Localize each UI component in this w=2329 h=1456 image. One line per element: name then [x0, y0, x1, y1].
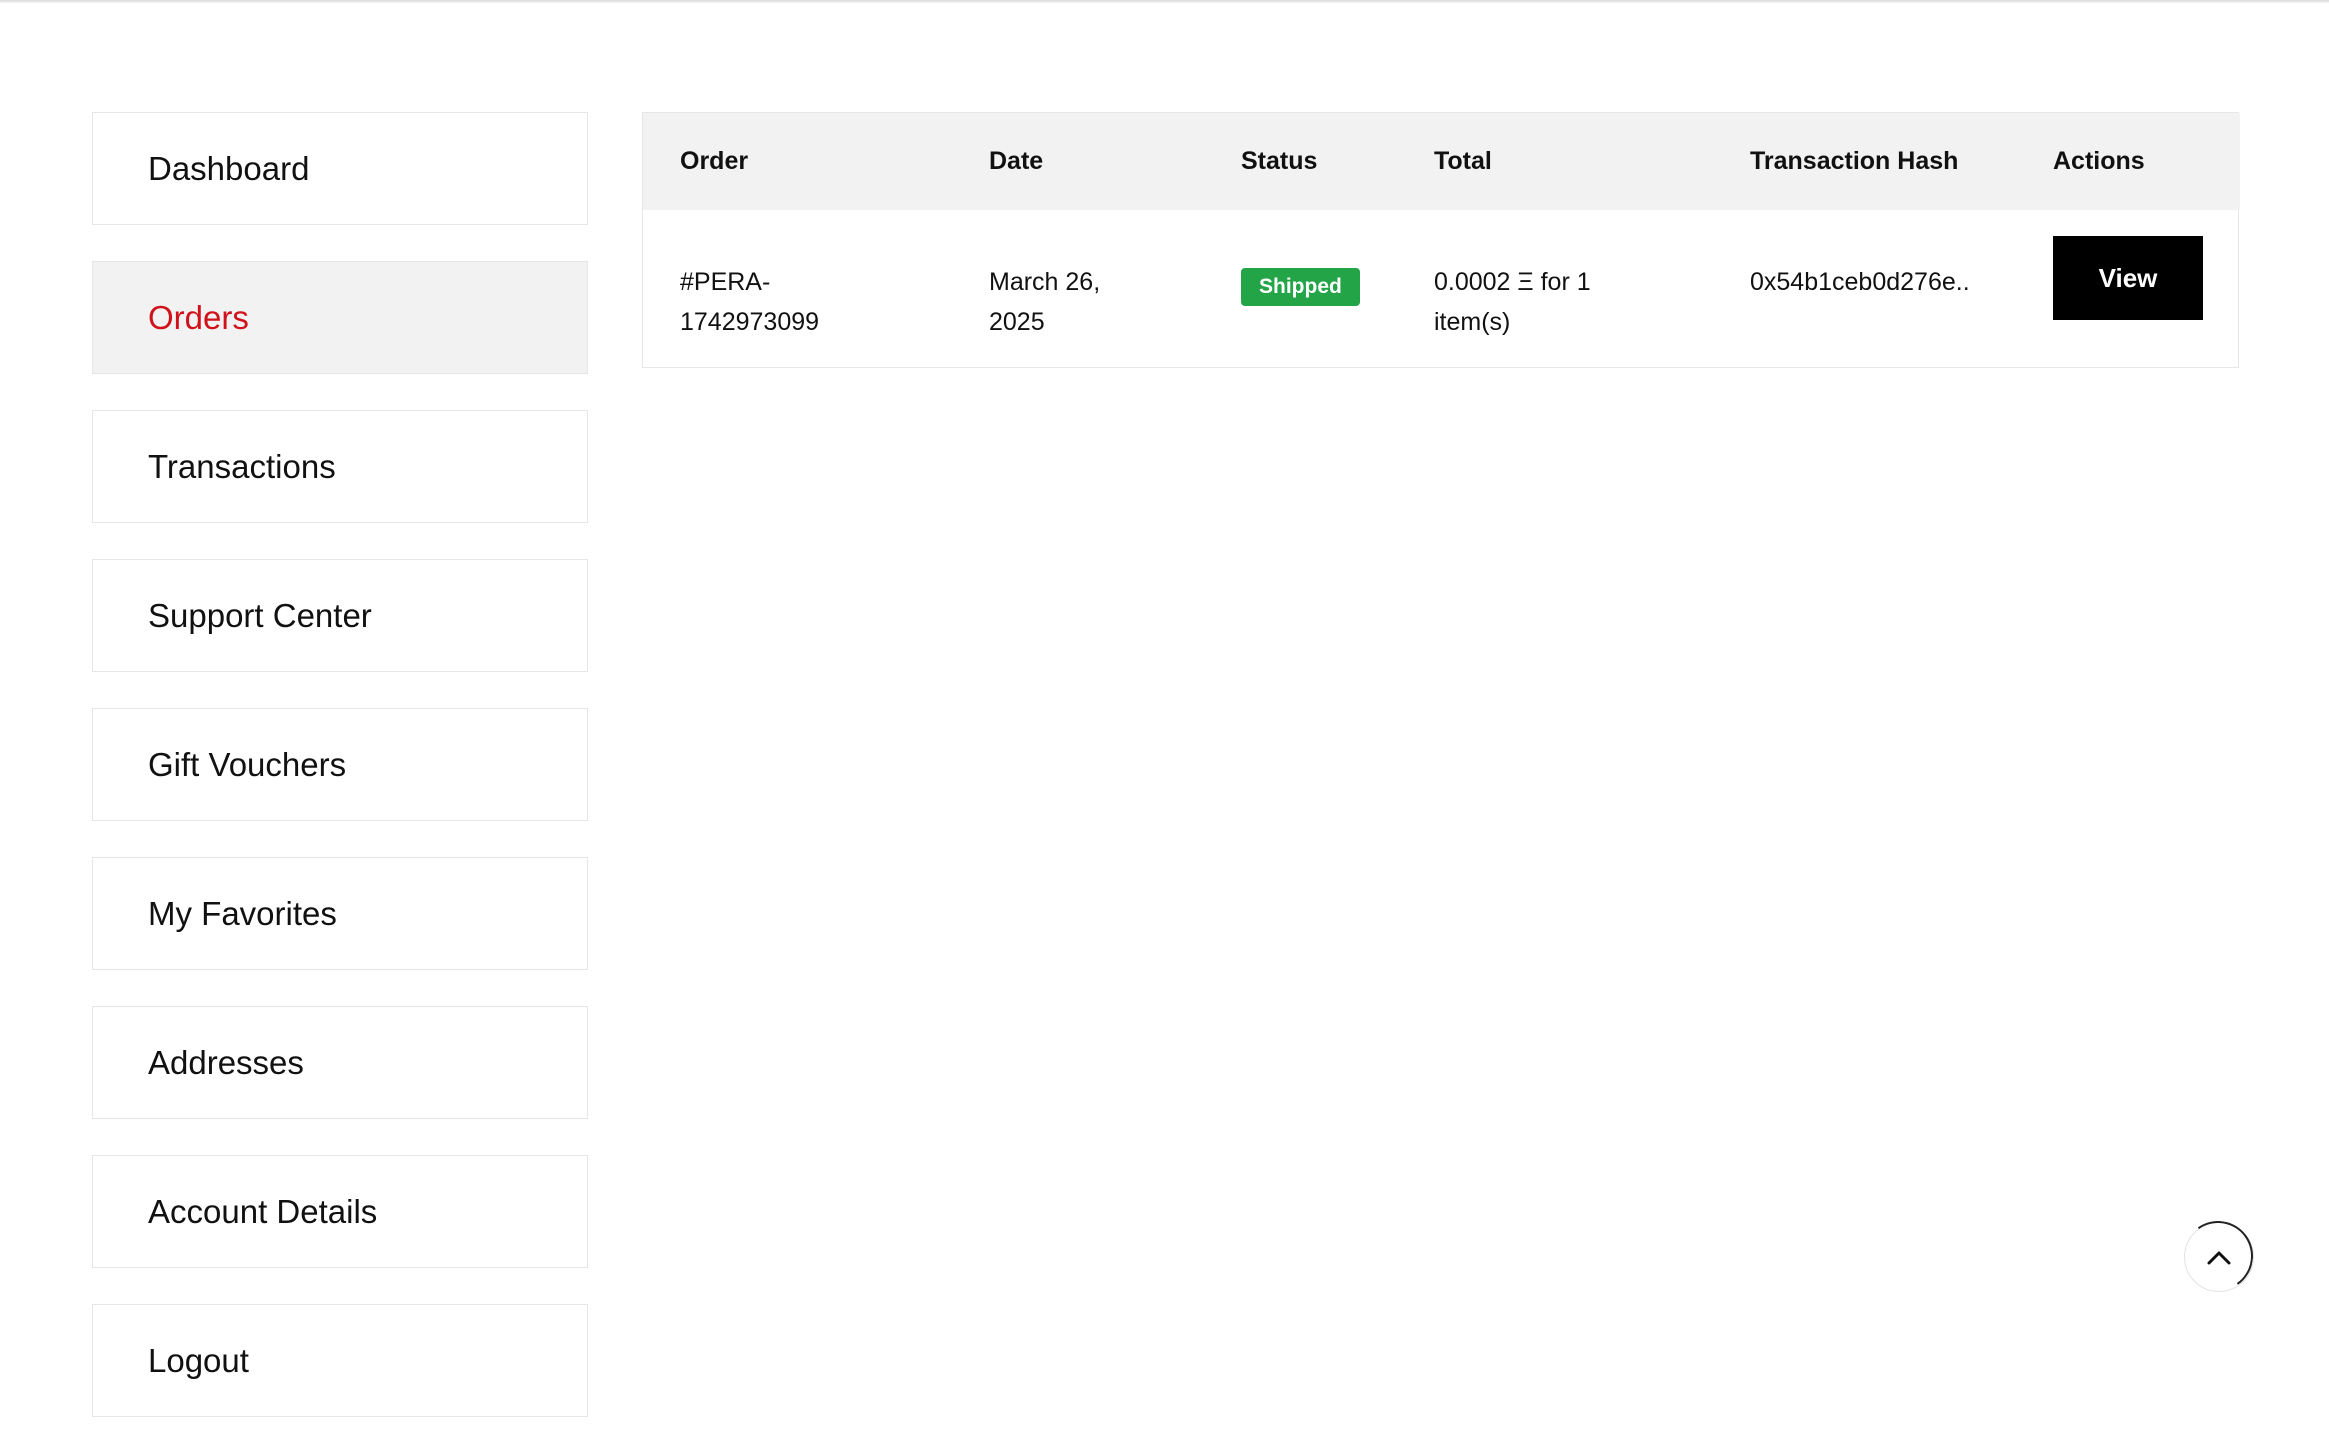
cell-total: 0.0002 Ξ for 1 item(s) — [1397, 210, 1713, 367]
scroll-to-top-button[interactable] — [2184, 1222, 2254, 1292]
order-date-part2: 2025 — [989, 308, 1045, 336]
order-total-part2: item(s) — [1434, 308, 1511, 336]
header-status: Status — [1241, 147, 1318, 175]
sidebar-item-label: Transactions — [148, 447, 336, 485]
header-date: Date — [989, 147, 1044, 175]
header-actions: Actions — [2053, 147, 2145, 175]
table-header: Order Date Status Total Transaction Hash… — [643, 113, 2240, 210]
cell-transaction-hash: 0x54b1ceb0d276e.. — [1713, 210, 2016, 367]
sidebar-item-label: Account Details — [148, 1192, 378, 1230]
sidebar-item-label: Dashboard — [148, 149, 310, 187]
header-order: Order — [680, 147, 749, 175]
sidebar-item-my-favorites[interactable]: My Favorites — [92, 857, 588, 970]
orders-table: Order Date Status Total Transaction Hash… — [643, 113, 2240, 367]
sidebar-item-label: Orders — [148, 298, 249, 336]
cell-status: Shipped — [1204, 210, 1397, 367]
top-shadow — [0, 0, 2329, 3]
order-number-part1: #PERA- — [680, 268, 771, 296]
status-badge: Shipped — [1241, 268, 1360, 306]
order-total-part1: 0.0002 Ξ for 1 — [1434, 268, 1591, 296]
transaction-hash: 0x54b1ceb0d276e.. — [1750, 268, 1970, 296]
view-order-button[interactable]: View — [2053, 236, 2203, 320]
sidebar-item-support-center[interactable]: Support Center — [92, 559, 588, 672]
sidebar-item-label: Gift Vouchers — [148, 745, 347, 783]
sidebar-item-account-details[interactable]: Account Details — [92, 1155, 588, 1268]
order-date-part1: March 26, — [989, 268, 1101, 296]
table-row: #PERA- 1742973099 March 26, 2025 Shipped… — [643, 210, 2240, 367]
header-total: Total — [1434, 147, 1492, 175]
sidebar-item-addresses[interactable]: Addresses — [92, 1006, 588, 1119]
sidebar-item-logout[interactable]: Logout — [92, 1304, 588, 1417]
header-row: Order Date Status Total Transaction Hash… — [643, 113, 2240, 210]
sidebar-item-label: My Favorites — [148, 894, 337, 932]
sidebar-item-gift-vouchers[interactable]: Gift Vouchers — [92, 708, 588, 821]
sidebar-item-dashboard[interactable]: Dashboard — [92, 112, 588, 225]
cell-actions: View — [2016, 210, 2240, 367]
cell-order: #PERA- 1742973099 — [643, 210, 952, 367]
header-transaction-hash: Transaction Hash — [1750, 147, 1959, 175]
sidebar-item-orders[interactable]: Orders — [92, 261, 588, 374]
cell-date: March 26, 2025 — [952, 210, 1204, 367]
orders-table-container: Order Date Status Total Transaction Hash… — [642, 112, 2240, 368]
sidebar-item-label: Addresses — [148, 1043, 304, 1081]
sidebar-item-label: Support Center — [148, 596, 372, 634]
sidebar-item-label: Logout — [148, 1341, 249, 1379]
order-number-part2: 1742973099 — [680, 308, 820, 336]
account-sidebar: Dashboard Orders Transactions Support Ce… — [92, 112, 588, 1453]
sidebar-item-transactions[interactable]: Transactions — [92, 410, 588, 523]
chevron-up-icon — [2207, 1251, 2231, 1265]
